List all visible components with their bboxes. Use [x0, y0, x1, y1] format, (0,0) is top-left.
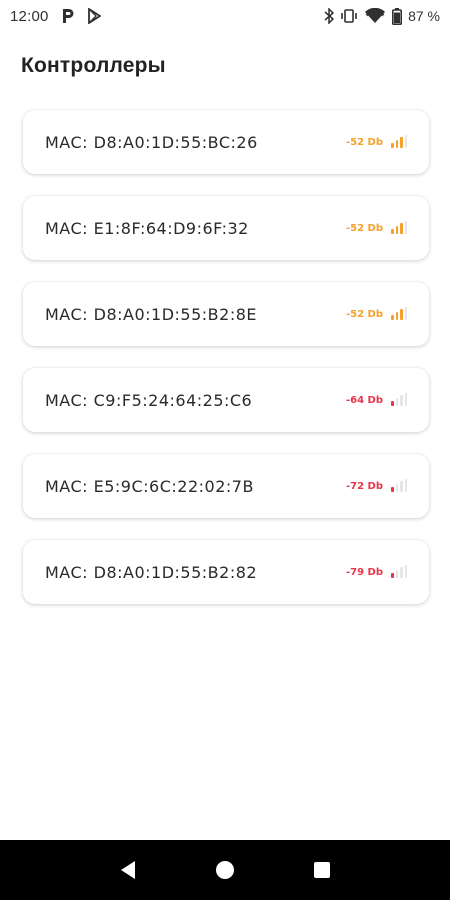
- signal-bar: [391, 143, 394, 148]
- signal-bar: [395, 570, 398, 578]
- signal-indicator: -52 Db: [345, 135, 407, 148]
- signal-strength-label: -72 Db: [345, 480, 383, 492]
- signal-indicator: -52 Db: [345, 307, 407, 320]
- recents-icon[interactable]: [302, 850, 342, 890]
- signal-strength-label: -52 Db: [345, 136, 383, 148]
- controller-card[interactable]: MAC: C9:F5:24:64:25:C6 -64 Db: [23, 368, 429, 432]
- bluetooth-icon: [324, 8, 335, 24]
- controller-card[interactable]: MAC: D8:A0:1D:55:BC:26 -52 Db: [23, 110, 429, 174]
- battery-percent: 87 %: [408, 8, 440, 24]
- page-title: Контроллеры: [21, 54, 166, 77]
- signal-bar: [400, 137, 403, 148]
- signal-bar: [391, 315, 394, 320]
- signal-indicator: -72 Db: [345, 479, 407, 492]
- signal-bar: [404, 307, 407, 320]
- signal-bar: [400, 309, 403, 320]
- controller-mac-address: MAC: D8:A0:1D:55:BC:26: [45, 132, 258, 152]
- signal-bar: [404, 565, 407, 578]
- status-left: 12:00: [10, 8, 101, 25]
- signal-bar: [395, 484, 398, 492]
- signal-bar: [395, 140, 398, 148]
- controller-mac-address: MAC: E1:8F:64:D9:6F:32: [45, 218, 249, 238]
- signal-bar: [395, 312, 398, 320]
- controller-mac-address: MAC: D8:A0:1D:55:B2:82: [45, 562, 258, 582]
- vibrate-icon: [340, 8, 358, 24]
- controller-card[interactable]: MAC: E5:9C:6C:22:02:7B -72 Db: [23, 454, 429, 518]
- signal-bar: [404, 393, 407, 406]
- signal-bar: [395, 398, 398, 406]
- controller-list: MAC: D8:A0:1D:55:BC:26 -52 Db MAC: E1:8F:6…: [23, 110, 429, 626]
- signal-bar: [391, 229, 394, 234]
- signal-bar: [400, 395, 403, 406]
- signal-bar: [400, 567, 403, 578]
- controller-card[interactable]: MAC: D8:A0:1D:55:B2:82 -79 Db: [23, 540, 429, 604]
- signal-strength-label: -64 Db: [345, 394, 383, 406]
- controller-mac-address: MAC: C9:F5:24:64:25:C6: [45, 390, 253, 410]
- signal-indicator: -64 Db: [345, 393, 407, 406]
- wifi-icon: [364, 8, 386, 24]
- navigation-bar: [0, 840, 450, 900]
- signal-bars-icon: [391, 307, 407, 320]
- signal-bar: [395, 226, 398, 234]
- status-bar: 12:00 87 %: [0, 0, 450, 32]
- status-time: 12:00: [10, 7, 49, 25]
- home-icon[interactable]: [205, 850, 245, 890]
- signal-bars-icon: [391, 135, 407, 148]
- signal-bar: [391, 401, 394, 406]
- signal-bar: [404, 135, 407, 148]
- controller-card[interactable]: MAC: E1:8F:64:D9:6F:32 -52 Db: [23, 196, 429, 260]
- signal-bars-icon: [391, 393, 407, 406]
- signal-bars-icon: [391, 479, 407, 492]
- controller-mac-address: MAC: D8:A0:1D:55:B2:8E: [45, 304, 257, 324]
- signal-strength-label: -52 Db: [345, 222, 383, 234]
- status-right: 87 %: [324, 7, 440, 25]
- signal-bar: [400, 481, 403, 492]
- signal-bar: [404, 221, 407, 234]
- signal-bars-icon: [391, 565, 407, 578]
- back-icon[interactable]: [108, 850, 148, 890]
- controller-mac-address: MAC: E5:9C:6C:22:02:7B: [45, 476, 254, 496]
- signal-indicator: -52 Db: [345, 221, 407, 234]
- signal-bar: [391, 573, 394, 578]
- p-icon: [61, 8, 75, 24]
- signal-bar: [400, 223, 403, 234]
- signal-strength-label: -52 Db: [345, 308, 383, 320]
- signal-bar: [404, 479, 407, 492]
- signal-bars-icon: [391, 221, 407, 234]
- signal-bar: [391, 487, 394, 492]
- battery-icon: [392, 7, 403, 25]
- signal-strength-label: -79 Db: [345, 566, 383, 578]
- controller-card[interactable]: MAC: D8:A0:1D:55:B2:8E -52 Db: [23, 282, 429, 346]
- play-store-icon: [87, 8, 101, 24]
- signal-indicator: -79 Db: [345, 565, 407, 578]
